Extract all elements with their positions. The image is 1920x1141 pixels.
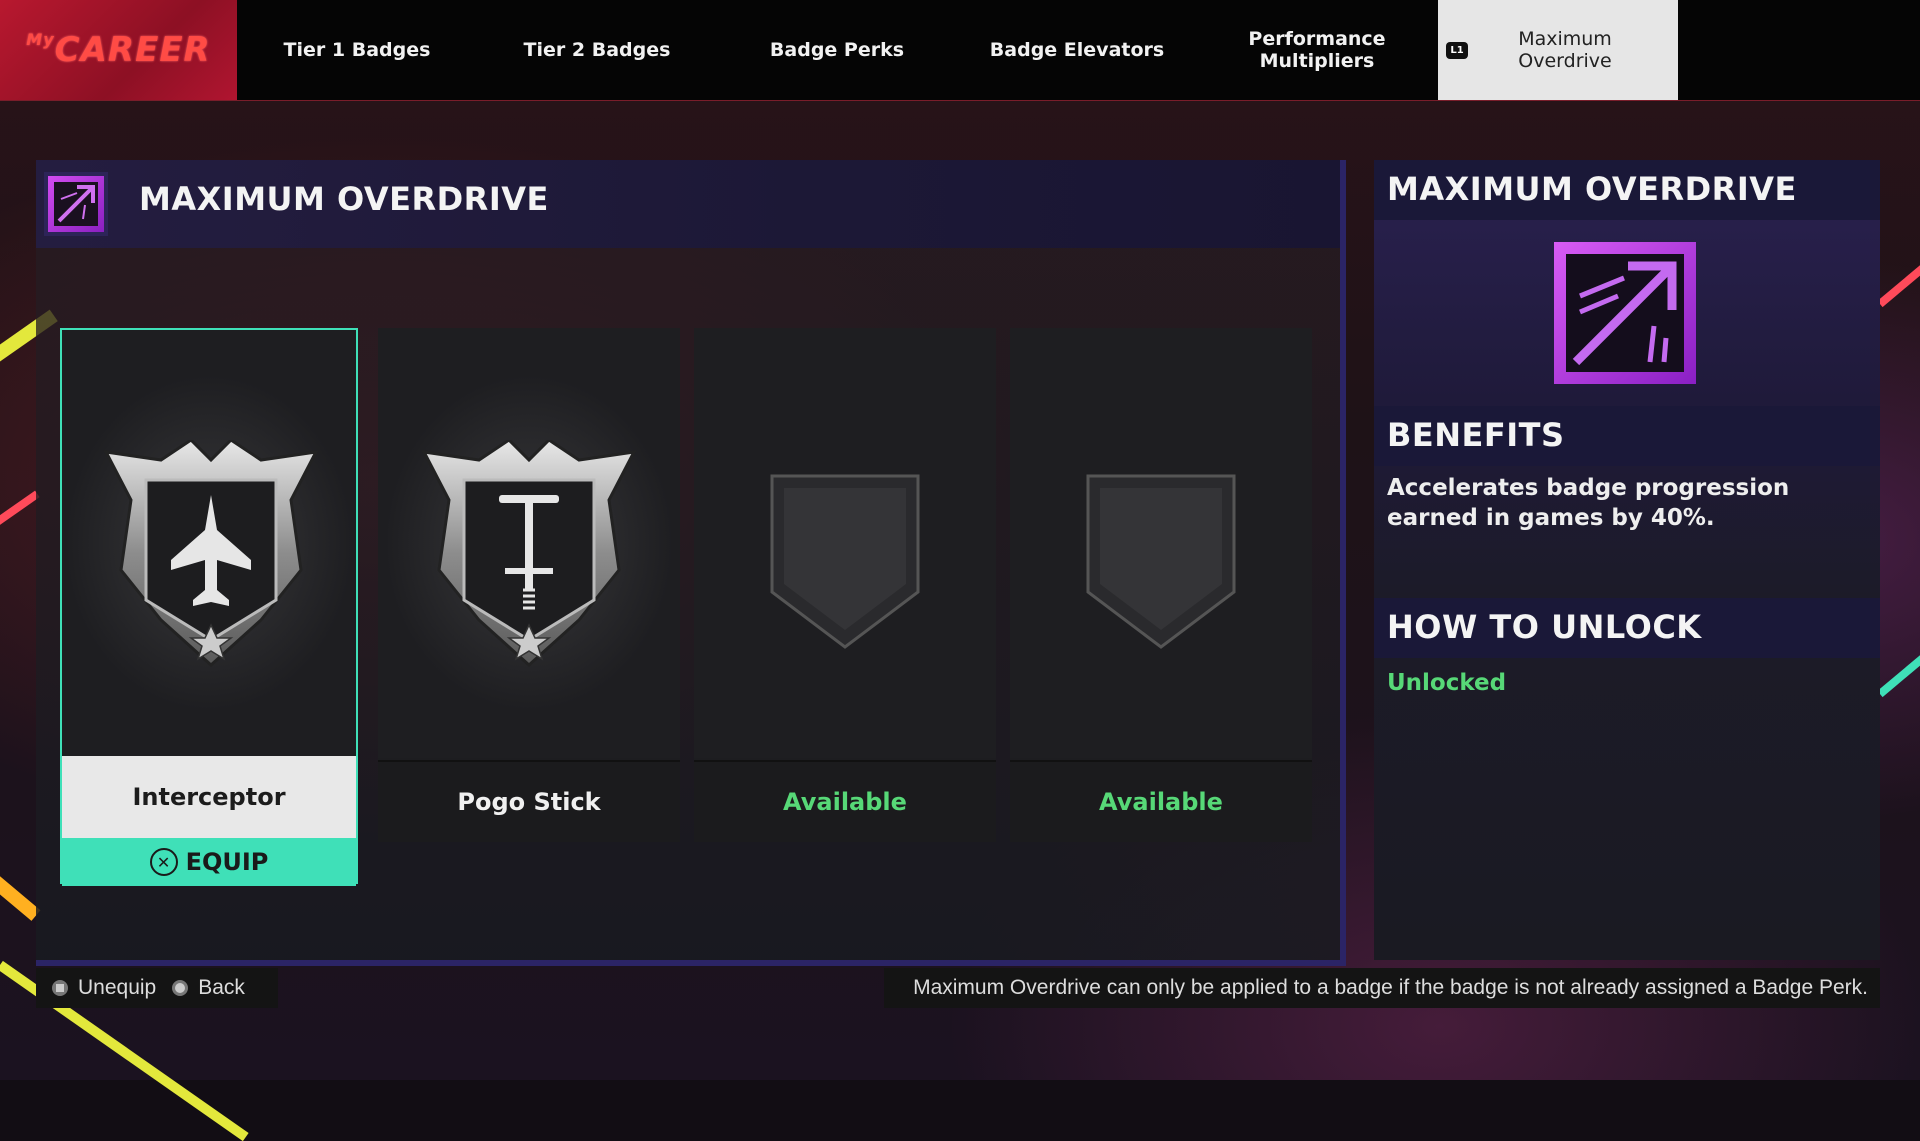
card-name: Interceptor — [62, 756, 356, 838]
badge-card-available-1[interactable]: Available — [694, 328, 996, 842]
empty-shield-icon — [1086, 474, 1236, 649]
main-panel: MAXIMUM OVERDRIVE Interceptor ✕ EQUIP Po… — [36, 160, 1346, 966]
detail-title: MAXIMUM OVERDRIVE — [1387, 170, 1797, 208]
maximum-overdrive-icon — [44, 172, 108, 236]
card-art — [1010, 328, 1312, 758]
badge-card-available-2[interactable]: Available — [1010, 328, 1312, 842]
jet-badge-icon — [103, 440, 319, 668]
circle-button-icon — [172, 980, 189, 996]
badge-card-pogo-stick[interactable]: Pogo Stick — [378, 328, 680, 842]
square-button-icon — [52, 980, 68, 996]
top-nav: MyCAREER Tier 1 Badges Tier 2 Badges Bad… — [0, 0, 1920, 101]
badge-card-interceptor[interactable]: Interceptor ✕ EQUIP — [60, 328, 358, 886]
tab-badge-elevators[interactable]: Badge Elevators — [957, 0, 1197, 100]
pogo-stick-badge-icon — [421, 440, 637, 668]
maximum-overdrive-large-icon — [1554, 242, 1696, 384]
card-name: Available — [694, 760, 996, 842]
tab-tier1-badges[interactable]: Tier 1 Badges — [237, 0, 477, 100]
tab-badge-perks[interactable]: Badge Perks — [717, 0, 957, 100]
l1-button-icon: L1 — [1446, 42, 1468, 59]
equip-button[interactable]: ✕ EQUIP — [62, 838, 356, 886]
unlock-status: Unlocked — [1387, 670, 1507, 696]
card-name: Pogo Stick — [378, 760, 680, 842]
detail-title-bar: MAXIMUM OVERDRIVE — [1374, 160, 1880, 220]
footer-controls: Unequip Back — [36, 968, 278, 1008]
detail-panel: MAXIMUM OVERDRIVE BENEFITS Accelerates b… — [1374, 160, 1880, 960]
mycareer-logo: MyCAREER — [0, 0, 237, 100]
unlock-heading: HOW TO UNLOCK — [1387, 608, 1702, 646]
back-control[interactable]: Back — [172, 976, 245, 1000]
benefits-text: Accelerates badge progression earned in … — [1387, 475, 1790, 531]
unlock-bar: HOW TO UNLOCK — [1374, 598, 1880, 658]
card-art — [62, 330, 356, 756]
card-art — [694, 328, 996, 758]
benefits-bar: BENEFITS — [1374, 406, 1880, 466]
tab-maximum-overdrive[interactable]: Maximum Overdrive — [1438, 0, 1678, 100]
tab-performance-multipliers[interactable]: Performance Multipliers — [1197, 0, 1437, 100]
cross-button-icon: ✕ — [149, 848, 178, 876]
footer-hint: Maximum Overdrive can only be applied to… — [884, 968, 1880, 1008]
tab-tier2-badges[interactable]: Tier 2 Badges — [477, 0, 717, 100]
benefits-heading: BENEFITS — [1387, 416, 1565, 454]
empty-shield-icon — [770, 474, 920, 649]
card-art — [378, 328, 680, 758]
panel-header: MAXIMUM OVERDRIVE — [36, 160, 1340, 248]
panel-title: MAXIMUM OVERDRIVE — [139, 180, 549, 218]
unequip-control[interactable]: Unequip — [52, 976, 156, 1000]
card-name: Available — [1010, 760, 1312, 842]
